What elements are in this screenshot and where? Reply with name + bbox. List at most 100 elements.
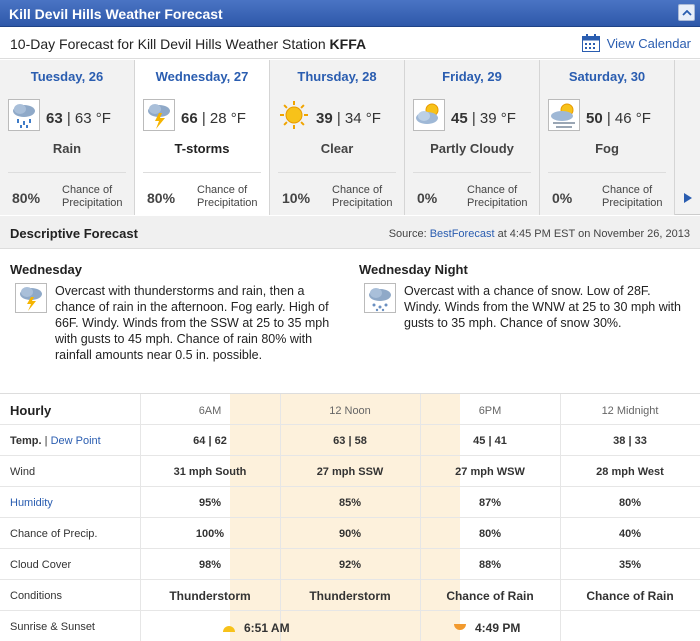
sun-icon bbox=[280, 101, 308, 129]
hourly-row: Hourly 6AM 12 Noon 6PM 12 Midnight bbox=[0, 394, 700, 425]
precip-label-line2: Precipitation bbox=[602, 197, 663, 209]
forecast-subheader: 10-Day Forecast for Kill Devil Hills Wea… bbox=[0, 28, 700, 59]
station-code: KFFA bbox=[329, 36, 367, 52]
sunset-time: 4:49 PM bbox=[475, 621, 521, 635]
day-strip: Tuesday, 26 63 | 63 °F Rain 80% Chance of Pre… bbox=[0, 60, 700, 215]
day-card[interactable]: Wednesday, 27 66 | 28 °F T-storms 80% Chance… bbox=[135, 60, 270, 215]
hourly-value: 85% bbox=[338, 497, 362, 509]
day-card[interactable]: Saturday, 30 50 | 46 °F Fog 0% Chance of Prec… bbox=[540, 60, 675, 215]
hourly-row: Chance of Precip. 100% 90% 80% 40% bbox=[0, 518, 700, 549]
partly-cloudy-icon bbox=[413, 99, 445, 131]
precip-label: Chance of Precipitation bbox=[602, 184, 663, 210]
hourly-value: 80% bbox=[618, 497, 642, 509]
precip-label-line1: Chance of bbox=[62, 184, 113, 196]
hourly-value: 27 mph WSW bbox=[455, 466, 525, 478]
forecast-heading-text: 10-Day Forecast for Kill Devil Hills Wea… bbox=[10, 36, 326, 52]
day-condition: Partly Cloudy bbox=[430, 141, 514, 156]
day-temps: 50 | 46 °F bbox=[586, 110, 651, 127]
high-temp: 50 bbox=[586, 110, 603, 127]
day-condition: T-storms bbox=[174, 141, 230, 156]
hourly-value: 31 mph South bbox=[173, 466, 247, 478]
row-label: Cloud Cover bbox=[10, 559, 72, 571]
day-name: Thursday, 28 bbox=[297, 69, 377, 84]
divider bbox=[413, 172, 531, 173]
hourly-value: 63 | 58 bbox=[333, 435, 367, 447]
source-suffix: at 4:45 PM EST on November 26, 2013 bbox=[497, 228, 690, 240]
period-title: Wednesday Night bbox=[359, 262, 468, 277]
sunrise-time: 6:51 AM bbox=[244, 621, 290, 635]
sunrise-icon bbox=[223, 626, 235, 632]
day-condition: Fog bbox=[595, 141, 619, 156]
hourly-value: Chance of Rain bbox=[586, 589, 674, 603]
day-card[interactable]: Friday, 29 45 | 39 °F Partly Cloudy 0% Chanc… bbox=[405, 60, 540, 215]
hourly-row: Sunrise & Sunset 6:51 AM 4:49 PM bbox=[0, 611, 700, 641]
divider bbox=[278, 172, 396, 173]
high-temp: 45 bbox=[451, 110, 468, 127]
period-night: Wednesday Night Overcast with a chance o… bbox=[359, 262, 689, 331]
precip-percent: 80% bbox=[147, 190, 176, 206]
divider bbox=[143, 172, 261, 173]
hourly-value: 88% bbox=[478, 559, 502, 571]
sunset: 4:49 PM bbox=[453, 621, 520, 635]
precip-percent: 10% bbox=[282, 190, 311, 206]
hourly-value: 92% bbox=[338, 559, 362, 571]
temp-label: Temp. bbox=[10, 435, 42, 447]
next-days-arrow-icon[interactable] bbox=[684, 193, 692, 203]
hourly-row: Humidity 95% 85% 87% 80% bbox=[0, 487, 700, 518]
period-day: Wednesday Overcast with thunderstorms an… bbox=[10, 262, 340, 363]
source-link[interactable]: BestForecast bbox=[430, 228, 495, 240]
day-temps: 39 | 34 °F bbox=[316, 110, 381, 127]
precip-percent: 80% bbox=[12, 190, 41, 206]
precip-label-line1: Chance of bbox=[602, 184, 653, 196]
day-name: Tuesday, 26 bbox=[30, 69, 104, 84]
view-calendar-link[interactable]: View Calendar bbox=[581, 33, 691, 53]
hour-column-header: 12 Midnight bbox=[601, 405, 659, 417]
hour-column-header: 12 Noon bbox=[329, 405, 371, 417]
collapse-button[interactable] bbox=[678, 4, 695, 21]
hour-column-header: 6AM bbox=[198, 405, 222, 417]
day-name: Friday, 29 bbox=[442, 69, 502, 84]
hourly-table: Hourly 6AM 12 Noon 6PM 12 Midnight Temp. | De… bbox=[0, 393, 700, 641]
hour-column-header: 6PM bbox=[478, 405, 502, 417]
snow-icon bbox=[364, 283, 396, 313]
hourly-value: Chance of Rain bbox=[446, 589, 534, 603]
precip-percent: 0% bbox=[417, 190, 438, 206]
row-label: Conditions bbox=[10, 590, 62, 602]
precip-label-line2: Precipitation bbox=[62, 197, 123, 209]
hourly-row: Temp. | Dew Point 64 | 62 63 | 58 45 | 41 38… bbox=[0, 425, 700, 456]
window-title: Kill Devil Hills Weather Forecast bbox=[9, 6, 223, 22]
divider bbox=[548, 172, 666, 173]
divider bbox=[8, 172, 126, 173]
low-temp: 34 °F bbox=[344, 110, 381, 127]
row-label: Chance of Precip. bbox=[10, 528, 98, 540]
low-temp: 63 °F bbox=[74, 110, 111, 127]
precip-label: Chance of Precipitation bbox=[62, 184, 123, 210]
dew-point-link[interactable]: Dew Point bbox=[51, 435, 101, 447]
precip-label: Chance of Precipitation bbox=[197, 184, 258, 210]
day-temps: 66 | 28 °F bbox=[181, 110, 246, 127]
hourly-value: 38 | 33 bbox=[613, 435, 647, 447]
row-label[interactable]: Humidity bbox=[10, 497, 53, 509]
view-calendar-label: View Calendar bbox=[606, 35, 691, 51]
high-temp: 66 bbox=[181, 110, 198, 127]
window-titlebar: Kill Devil Hills Weather Forecast bbox=[0, 0, 700, 27]
day-card[interactable]: Tuesday, 26 63 | 63 °F Rain 80% Chance of Pre… bbox=[0, 60, 135, 215]
day-card[interactable]: Thursday, 28 39 | 34 °F Clear 10% Chance of P… bbox=[270, 60, 405, 215]
fog-icon bbox=[548, 99, 580, 131]
hourly-value: 40% bbox=[618, 528, 642, 540]
hourly-row: Conditions Thunderstorm Thunderstorm Chance… bbox=[0, 580, 700, 611]
hourly-value: 27 mph SSW bbox=[316, 466, 384, 478]
hourly-value: 45 | 41 bbox=[473, 435, 507, 447]
thunderstorm-icon bbox=[143, 99, 175, 131]
chevron-up-icon bbox=[682, 10, 692, 16]
calendar-icon bbox=[581, 34, 600, 52]
hourly-value: Thunderstorm bbox=[309, 589, 391, 603]
period-text: Overcast with thunderstorms and rain, th… bbox=[55, 284, 330, 362]
low-temp: 46 °F bbox=[614, 110, 651, 127]
day-name: Wednesday, 27 bbox=[155, 69, 249, 84]
hourly-value: 100% bbox=[195, 528, 225, 540]
row-label: Sunrise & Sunset bbox=[10, 621, 95, 633]
row-label: Temp. | Dew Point bbox=[10, 435, 101, 447]
sunset-icon bbox=[454, 624, 466, 630]
day-name: Saturday, 30 bbox=[568, 69, 646, 84]
